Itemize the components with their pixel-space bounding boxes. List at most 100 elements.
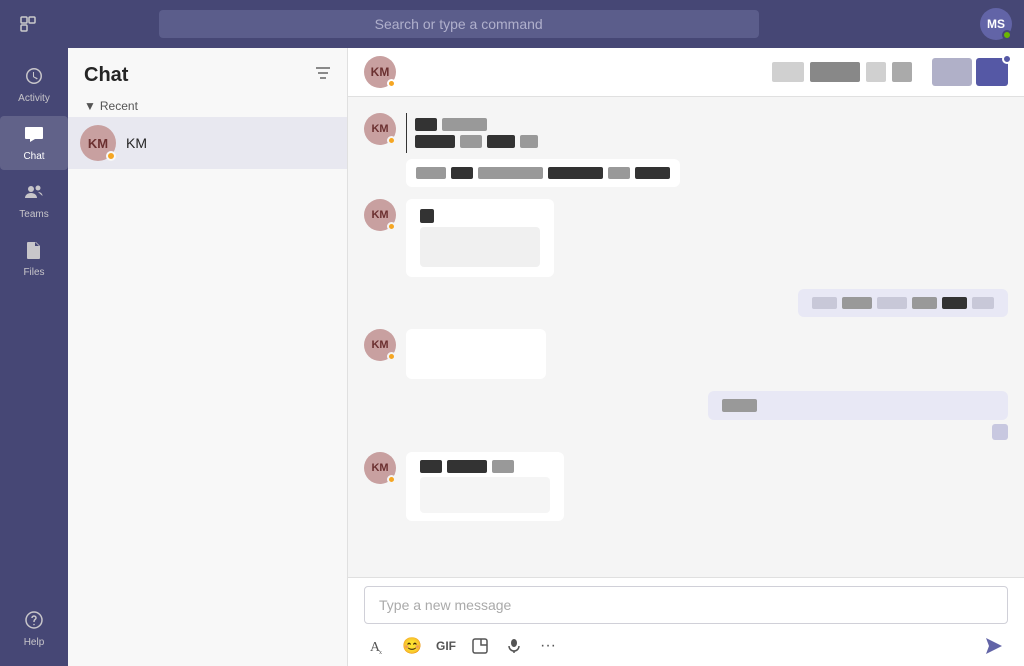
ro1 (812, 297, 837, 309)
r6 (520, 135, 538, 148)
status-away-dot (106, 151, 116, 161)
msg-avatar-6: KM (364, 452, 396, 484)
msg-avatar-2: KM (364, 199, 396, 231)
header-right-icon-2[interactable] (976, 58, 1008, 86)
msg-status-6 (387, 475, 396, 484)
conversation-header: KM (348, 48, 1024, 97)
conv-status-dot (387, 79, 396, 88)
sticker-icon[interactable] (466, 632, 494, 660)
emoji-icon[interactable]: 😊 (398, 632, 426, 660)
r8 (451, 167, 473, 179)
sidebar-chat-label: Chat (23, 151, 44, 162)
blank-6 (420, 477, 550, 513)
header-right-icon-1[interactable] (932, 58, 972, 86)
message-input[interactable]: Type a new message (364, 586, 1008, 624)
msg-status-2 (387, 222, 396, 231)
r10 (548, 167, 603, 179)
header-icon-2[interactable] (810, 62, 860, 82)
expand-icon[interactable] (12, 8, 44, 40)
ro5 (942, 297, 967, 309)
ri6c (492, 460, 514, 473)
chevron-down-icon: ▼ (84, 99, 96, 113)
sidebar-item-files[interactable]: Files (0, 232, 68, 286)
rb1 (420, 209, 434, 223)
sidebar-item-activity[interactable]: Activity (0, 58, 68, 112)
blank-bubble-4 (406, 329, 546, 379)
chat-item-info: KM (126, 135, 335, 151)
message-row: KM (364, 113, 1008, 187)
r1 (415, 118, 437, 131)
topbar-right: MS (980, 8, 1012, 40)
r5 (487, 135, 515, 148)
r9 (478, 167, 543, 179)
main-layout: Activity Chat Teams (0, 48, 1024, 666)
header-icon-1[interactable] (772, 62, 804, 82)
ro5a (722, 399, 757, 412)
message-row-3 (364, 289, 1008, 317)
sidebar: Activity Chat Teams (0, 48, 68, 666)
chat-panel: Chat ▼ Recent KM KM (68, 48, 348, 666)
msg-status-1 (387, 136, 396, 145)
ro2 (842, 297, 872, 309)
conversation-area: KM (348, 48, 1024, 666)
r11 (608, 167, 630, 179)
conv-avatar-initials: KM (371, 65, 390, 79)
chat-icon (24, 124, 44, 149)
message-row-6: KM (364, 452, 1008, 521)
sidebar-activity-label: Activity (18, 93, 50, 104)
header-icon-3[interactable] (866, 62, 886, 82)
files-icon (24, 240, 44, 265)
message-bubble-6 (406, 452, 564, 521)
search-input[interactable] (159, 10, 759, 38)
input-toolbar: A ₓ 😊 GIF (364, 630, 1008, 662)
audio-icon[interactable] (500, 632, 528, 660)
sidebar-bottom: Help (20, 600, 49, 658)
more-options-icon[interactable]: ··· (534, 632, 562, 660)
online-status-dot (1002, 30, 1012, 40)
ro6 (972, 297, 994, 309)
blank-area (420, 227, 540, 267)
r12 (635, 167, 670, 179)
ri6a (420, 460, 442, 473)
chat-item-name: KM (126, 135, 335, 151)
ri6b (447, 460, 487, 473)
user-avatar[interactable]: MS (980, 8, 1012, 40)
chat-panel-header: Chat (68, 48, 347, 95)
message-row-5 (364, 391, 1008, 440)
conv-header-icons (772, 58, 1008, 86)
chat-list-item[interactable]: KM KM (68, 117, 347, 169)
sidebar-item-help[interactable]: Help (20, 602, 49, 656)
message-bubble-1 (406, 113, 680, 187)
ro4 (912, 297, 937, 309)
topbar: MS (0, 0, 1024, 48)
msg-avatar-4: KM (364, 329, 396, 361)
header-icon-4[interactable] (892, 62, 912, 82)
r2 (442, 118, 487, 131)
teams-icon (24, 182, 44, 207)
gif-icon[interactable]: GIF (432, 632, 460, 660)
chat-avatar: KM (80, 125, 116, 161)
filter-icon[interactable] (315, 65, 331, 86)
msg-avatar-1: KM (364, 113, 396, 145)
format-text-icon[interactable]: A ₓ (364, 632, 392, 660)
sidebar-teams-label: Teams (19, 209, 48, 220)
sidebar-files-label: Files (23, 267, 44, 278)
r3 (415, 135, 455, 148)
chat-panel-title: Chat (84, 64, 128, 87)
conv-avatar: KM (364, 56, 396, 88)
message-bubble-4 (406, 329, 546, 379)
ro3 (877, 297, 907, 309)
send-button[interactable] (980, 632, 1008, 660)
recent-section-label[interactable]: ▼ Recent (68, 95, 347, 117)
message-bubble-5-out (708, 391, 1008, 440)
sidebar-item-chat[interactable]: Chat (0, 116, 68, 170)
input-area: Type a new message A ₓ 😊 GIF (348, 577, 1024, 666)
message-row-2: KM (364, 199, 1008, 277)
message-bubble-3-out (798, 289, 1008, 317)
svg-text:ₓ: ₓ (379, 645, 382, 655)
sidebar-item-teams[interactable]: Teams (0, 174, 68, 228)
activity-icon (24, 66, 44, 91)
msg-out-icon (992, 424, 1008, 440)
quote-bar (406, 113, 407, 153)
sidebar-help-label: Help (24, 637, 45, 648)
